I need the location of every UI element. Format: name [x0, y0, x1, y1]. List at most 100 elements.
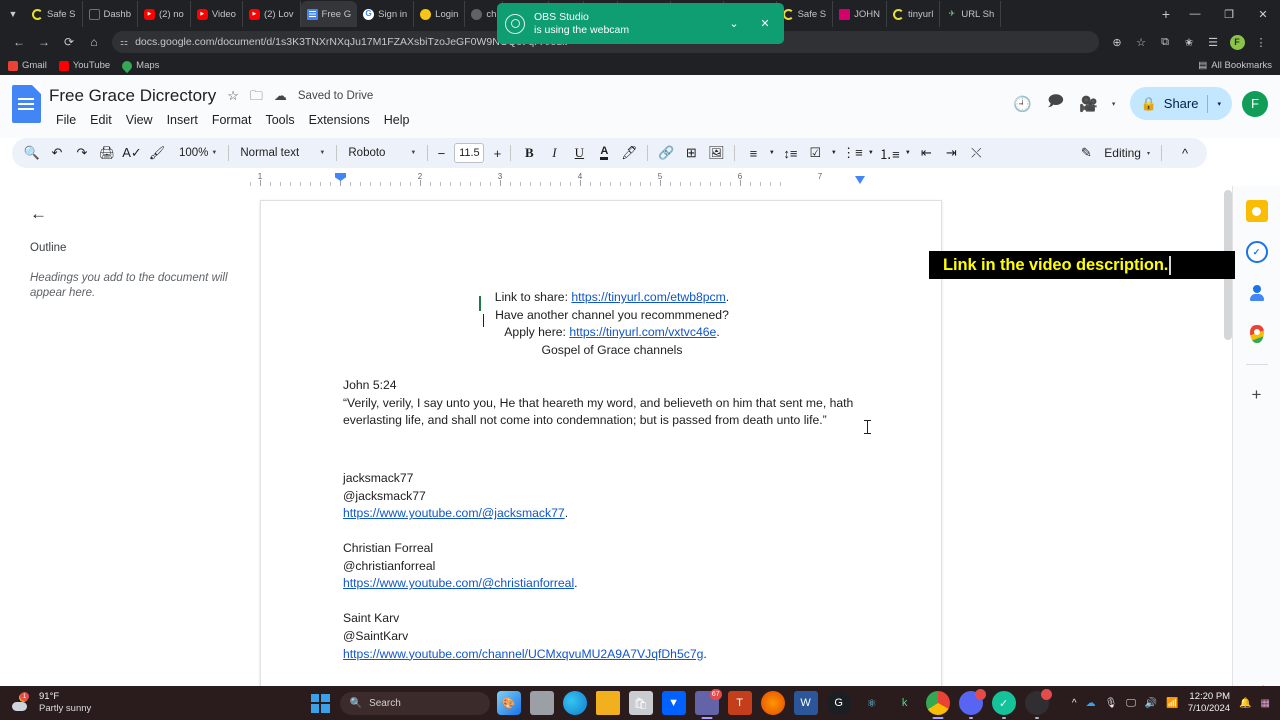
line-spacing-icon[interactable]: ↕≡ [778, 141, 802, 165]
tray-extra-icon[interactable]: ▦ [1261, 698, 1270, 709]
paint-icon[interactable]: 🎨 [496, 691, 521, 715]
firefox-icon[interactable] [760, 691, 785, 715]
star-icon[interactable]: ☆ [227, 89, 239, 102]
clear-formatting-icon[interactable]: ⤬ [964, 141, 988, 165]
minimize-button[interactable]: — [1178, 0, 1212, 28]
chrome-menu-icon[interactable]: ⋮ [1250, 31, 1272, 53]
editing-mode-selector[interactable]: ✎ Editing ▾ ^ [1074, 141, 1199, 165]
underline-button[interactable]: U [567, 141, 591, 165]
browser-tab[interactable]: G Sign in [357, 1, 415, 27]
onedrive-icon[interactable]: ☁ [1086, 698, 1096, 709]
bulleted-caret-icon[interactable]: ▼ [865, 141, 876, 165]
collapse-toolbar-icon[interactable]: ^ [1173, 141, 1197, 165]
channel-url-link[interactable]: https://www.youtube.com/channel/UCMxqvuM… [343, 647, 703, 661]
keep-icon[interactable] [1245, 200, 1268, 222]
menu-item-help[interactable]: Help [377, 111, 417, 129]
numbered-list-icon[interactable]: ⒈≡ [877, 141, 901, 165]
browser-tab[interactable]: Video [191, 1, 243, 27]
github-icon[interactable]: G [826, 691, 851, 715]
microphone-icon[interactable]: 🎙 [1105, 698, 1118, 709]
spellcheck-icon[interactable]: A✓ [120, 141, 144, 165]
search-icon[interactable]: 🔍 [20, 141, 44, 165]
bulleted-list-icon[interactable]: ⋮≡ [840, 141, 864, 165]
move-to-folder-icon[interactable]: 🗀 [250, 89, 263, 102]
video-camera-icon[interactable]: 🎥 [1074, 89, 1104, 119]
add-addon-button[interactable]: + [1246, 384, 1268, 406]
microsoft-store-icon[interactable]: 🛍 [628, 691, 653, 715]
obs-expand-icon[interactable]: ⌄ [723, 13, 745, 35]
decrease-indent-icon[interactable]: ⇤ [914, 141, 938, 165]
menu-item-view[interactable]: View [119, 111, 160, 129]
menu-item-insert[interactable]: Insert [160, 111, 205, 129]
obs-close-icon[interactable]: ✕ [754, 13, 776, 35]
comment-icon[interactable]: 🗩 [1041, 89, 1071, 119]
reading-list-icon[interactable]: ☰ [1202, 31, 1224, 53]
font-size-input[interactable]: 11.5 [454, 143, 485, 163]
browser-tab[interactable]: Dashb [83, 1, 138, 27]
close-button[interactable]: ✕ [1246, 0, 1280, 28]
tab-search-icon[interactable]: ▼ [0, 1, 26, 27]
network-icon[interactable]: 📶 [1166, 698, 1178, 709]
channel-url-link[interactable]: https://www.youtube.com/@christianforrea… [343, 576, 574, 590]
grammarly-icon[interactable]: ✓ [991, 691, 1016, 715]
browser-tab[interactable]: JOHN [833, 1, 887, 27]
channel-url-link[interactable]: https://www.youtube.com/@jacksmack77 [343, 506, 565, 520]
browser-tab[interactable]: Safe S [777, 1, 834, 27]
maps-icon[interactable] [1246, 323, 1268, 345]
extensions-icon[interactable]: ✬ [1178, 31, 1200, 53]
add-comment-icon[interactable]: ⊞ [679, 141, 703, 165]
volume-icon[interactable]: 🔊 [1145, 698, 1157, 709]
menu-item-file[interactable]: File [49, 111, 83, 129]
contacts-icon[interactable] [1246, 282, 1268, 304]
profile-avatar[interactable]: F [1226, 31, 1248, 53]
share-button[interactable]: 🔒 Share ▾ [1129, 87, 1232, 120]
file-explorer-icon[interactable] [595, 691, 620, 715]
checklist-caret-icon[interactable]: ▼ [828, 141, 839, 165]
menu-item-extensions[interactable]: Extensions [302, 111, 377, 129]
document-title[interactable]: Free Grace Dicrectory [49, 86, 216, 106]
split-view-icon[interactable]: ⧉ [1154, 31, 1176, 53]
document-page[interactable]: Link to share: https://tinyurl.com/etwb8… [260, 200, 942, 686]
tasks-icon[interactable] [1245, 241, 1268, 263]
zoom-selector[interactable]: 100% ▼ [170, 141, 222, 165]
google-docs-icon[interactable] [12, 85, 41, 123]
display-icon[interactable]: 🖵 [1126, 698, 1136, 709]
align-icon[interactable]: ≡ [741, 141, 765, 165]
start-icon[interactable] [310, 693, 330, 713]
insert-image-icon[interactable]: 🖼 [704, 141, 728, 165]
checklist-icon[interactable]: ☑ [803, 141, 827, 165]
browser-tab[interactable]: tinyurl [887, 1, 941, 27]
chevron-down-icon[interactable]: ▾ [1147, 150, 1150, 157]
bookmark-youtube[interactable]: YouTube [58, 60, 110, 71]
browser-tab[interactable]: Login [414, 1, 466, 27]
bookmark-gmail[interactable]: Gmail [8, 60, 47, 71]
history-icon[interactable]: 🕘 [1008, 89, 1038, 119]
bookmark-maps[interactable]: Maps [120, 58, 159, 73]
tinyurl-apply-link[interactable]: https://tinyurl.com/vxtvc46e [569, 325, 716, 339]
browser-tab[interactable]: Free G [300, 1, 358, 27]
menu-item-edit[interactable]: Edit [83, 111, 119, 129]
search-input[interactable]: 🔍 Search [339, 691, 490, 715]
home-icon[interactable]: ⌂ [83, 31, 105, 53]
site-settings-icon[interactable]: ⚏ [120, 37, 128, 48]
word-icon[interactable]: W [793, 691, 818, 715]
browser-tab[interactable]: Safe S [26, 1, 83, 27]
taskbar-clock[interactable]: 12:20 PM 7/10/2024 [1188, 691, 1230, 715]
highlight-pen-icon[interactable]: 🖊 [617, 141, 641, 165]
chevron-up-icon[interactable]: ^ [1072, 698, 1077, 709]
obs-studio-icon[interactable] [1024, 689, 1052, 715]
all-bookmarks-button[interactable]: ▤ All Bookmarks [1198, 60, 1272, 71]
kite-icon[interactable]: k [893, 691, 917, 715]
react-icon[interactable]: ⚛ [860, 691, 884, 715]
avatar[interactable]: F [1242, 90, 1268, 117]
menu-item-tools[interactable]: Tools [258, 111, 301, 129]
back-icon[interactable]: ← [8, 31, 30, 53]
microsoft-teams-icon[interactable]: T [727, 691, 752, 715]
align-caret-icon[interactable]: ▼ [766, 141, 777, 165]
font-selector[interactable]: Roboto ▼ [343, 141, 421, 165]
browser-tab[interactable]: (2) no [138, 1, 191, 27]
text-color-button[interactable]: A [592, 141, 616, 165]
chrome-icon[interactable] [925, 691, 950, 715]
paint-format-icon[interactable]: 🖌 [145, 141, 169, 165]
bold-button[interactable]: B [517, 141, 541, 165]
